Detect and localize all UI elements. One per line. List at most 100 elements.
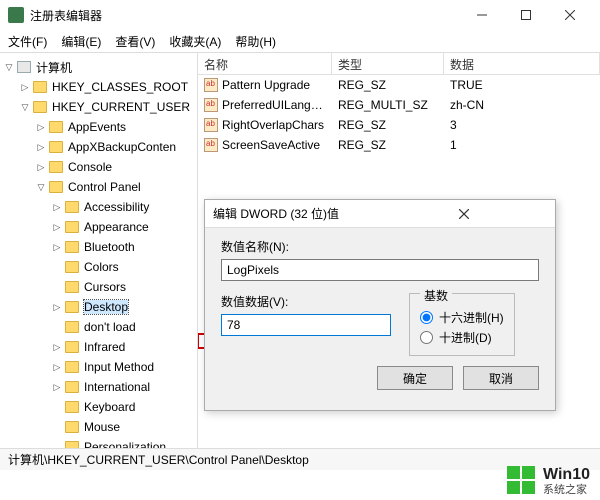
tree-item-label[interactable]: 计算机 xyxy=(36,59,72,76)
close-button[interactable] xyxy=(548,0,592,30)
ok-button[interactable]: 确定 xyxy=(377,366,453,390)
radix-hex-radio[interactable] xyxy=(420,311,433,324)
chevron-right-icon[interactable]: ▷ xyxy=(34,140,48,154)
tree-item[interactable]: ▽ Control Panel xyxy=(0,177,197,197)
tree-item[interactable]: ▷ Input Method xyxy=(0,357,197,377)
tree-item-label[interactable]: AppEvents xyxy=(68,120,126,134)
tree-item-label[interactable]: don't load xyxy=(84,320,136,334)
tree-item[interactable]: ▷Keyboard xyxy=(0,397,197,417)
menu-view[interactable]: 查看(V) xyxy=(115,33,155,50)
folder-icon xyxy=(64,239,80,255)
tree-item-label[interactable]: Mouse xyxy=(84,420,120,434)
status-path: 计算机\HKEY_CURRENT_USER\Control Panel\Desk… xyxy=(8,451,309,468)
string-value-icon xyxy=(204,118,218,132)
value-type: REG_SZ xyxy=(332,78,444,92)
list-header: 名称 类型 数据 xyxy=(198,53,600,75)
value-name-input[interactable] xyxy=(221,259,539,281)
tree-item-label[interactable]: Console xyxy=(68,160,112,174)
maximize-button[interactable] xyxy=(504,0,548,30)
tree-item[interactable]: ▷ HKEY_CLASSES_ROOT xyxy=(0,77,197,97)
value-data-input[interactable] xyxy=(221,314,391,336)
value-name-label: 数值名称(N): xyxy=(221,238,539,255)
tree-item[interactable]: ▷ Infrared xyxy=(0,337,197,357)
list-row[interactable]: PreferredUILangua...REG_MULTI_SZzh-CN xyxy=(198,95,600,115)
radix-dec-option[interactable]: 十进制(D) xyxy=(420,327,504,347)
tree-item-label[interactable]: Cursors xyxy=(84,280,126,294)
string-value-icon xyxy=(204,78,218,92)
menu-file[interactable]: 文件(F) xyxy=(8,33,47,50)
tree-item-label[interactable]: Personalization xyxy=(84,440,166,448)
chevron-right-icon[interactable]: ▷ xyxy=(50,360,64,374)
tree-root[interactable]: ▽ 计算机 xyxy=(0,57,197,77)
folder-icon xyxy=(64,379,80,395)
tree-item[interactable]: ▷ AppXBackupConten xyxy=(0,137,197,157)
value-name: ScreenSaveActive xyxy=(222,138,320,152)
tree-item-label[interactable]: Accessibility xyxy=(84,200,149,214)
tree-item-label[interactable]: Bluetooth xyxy=(84,240,135,254)
chevron-right-icon[interactable]: ▷ xyxy=(34,160,48,174)
dialog-close-button[interactable] xyxy=(380,201,547,227)
col-header-type[interactable]: 类型 xyxy=(332,53,444,74)
col-header-name[interactable]: 名称 xyxy=(198,53,332,74)
chevron-right-icon[interactable]: ▷ xyxy=(50,340,64,354)
tree-item-label[interactable]: Colors xyxy=(84,260,119,274)
tree-item[interactable]: ▷Cursors xyxy=(0,277,197,297)
tree-pane[interactable]: ▽ 计算机 ▷ HKEY_CLASSES_ROOT ▽ HKEY_CURRENT_US… xyxy=(0,53,198,448)
chevron-down-icon[interactable]: ▽ xyxy=(18,100,32,114)
tree-item[interactable]: ▷Personalization xyxy=(0,437,197,448)
value-type: REG_MULTI_SZ xyxy=(332,98,444,112)
menu-edit[interactable]: 编辑(E) xyxy=(61,33,101,50)
chevron-right-icon[interactable]: ▷ xyxy=(50,240,64,254)
chevron-right-icon[interactable]: ▷ xyxy=(50,300,64,314)
tree-item-label[interactable]: Appearance xyxy=(84,220,149,234)
tree-item-label[interactable]: Desktop xyxy=(84,300,128,314)
app-icon xyxy=(8,7,24,23)
radix-dec-radio[interactable] xyxy=(420,331,433,344)
tree-item-label[interactable]: International xyxy=(84,380,150,394)
tree-item[interactable]: ▷Colors xyxy=(0,257,197,277)
tree-item-label[interactable]: Input Method xyxy=(84,360,154,374)
tree-item[interactable]: ▷ Accessibility xyxy=(0,197,197,217)
tree-item-label[interactable]: Keyboard xyxy=(84,400,135,414)
menu-favorites[interactable]: 收藏夹(A) xyxy=(169,33,221,50)
chevron-right-icon[interactable]: ▷ xyxy=(34,120,48,134)
list-row[interactable]: ScreenSaveActiveREG_SZ1 xyxy=(198,135,600,155)
value-data: TRUE xyxy=(444,78,600,92)
dialog-buttons: 确定 取消 xyxy=(205,366,555,400)
chevron-down-icon[interactable]: ▽ xyxy=(2,60,16,74)
tree-item[interactable]: ▷ Desktop xyxy=(0,297,197,317)
tree-item[interactable]: ▷Mouse xyxy=(0,417,197,437)
tree-item[interactable]: ▷ Appearance xyxy=(0,217,197,237)
chevron-right-icon[interactable]: ▷ xyxy=(50,380,64,394)
value-data: 3 xyxy=(444,118,600,132)
chevron-right-icon[interactable]: ▷ xyxy=(50,220,64,234)
branding-line2: 系统之家 xyxy=(543,484,590,496)
radix-hex-option[interactable]: 十六进制(H) xyxy=(420,307,504,327)
folder-icon xyxy=(32,99,48,115)
tree-item[interactable]: ▷ AppEvents xyxy=(0,117,197,137)
tree-item-label[interactable]: Infrared xyxy=(84,340,125,354)
list-row[interactable]: RightOverlapCharsREG_SZ3 xyxy=(198,115,600,135)
tree-item[interactable]: ▽ HKEY_CURRENT_USER xyxy=(0,97,197,117)
dialog-title-bar[interactable]: 编辑 DWORD (32 位)值 xyxy=(205,200,555,228)
tree-item[interactable]: ▷ Bluetooth xyxy=(0,237,197,257)
tree-item-label[interactable]: AppXBackupConten xyxy=(68,140,176,154)
menu-help[interactable]: 帮助(H) xyxy=(235,33,276,50)
folder-icon xyxy=(64,399,80,415)
tree-item[interactable]: ▷ Console xyxy=(0,157,197,177)
tree-item[interactable]: ▷ International xyxy=(0,377,197,397)
list-row[interactable]: Pattern UpgradeREG_SZTRUE xyxy=(198,75,600,95)
tree-item-label[interactable]: HKEY_CLASSES_ROOT xyxy=(52,80,188,94)
tree-item[interactable]: ▷don't load xyxy=(0,317,197,337)
chevron-down-icon[interactable]: ▽ xyxy=(34,180,48,194)
minimize-button[interactable] xyxy=(460,0,504,30)
tree-item-label[interactable]: HKEY_CURRENT_USER xyxy=(52,100,190,114)
cancel-button[interactable]: 取消 xyxy=(463,366,539,390)
chevron-right-icon[interactable]: ▷ xyxy=(50,200,64,214)
tree-item-label[interactable]: Control Panel xyxy=(68,180,141,194)
chevron-right-icon[interactable]: ▷ xyxy=(18,80,32,94)
title-bar: 注册表编辑器 xyxy=(0,0,600,30)
folder-icon xyxy=(64,299,80,315)
col-header-data[interactable]: 数据 xyxy=(444,53,600,74)
folder-icon xyxy=(48,159,64,175)
